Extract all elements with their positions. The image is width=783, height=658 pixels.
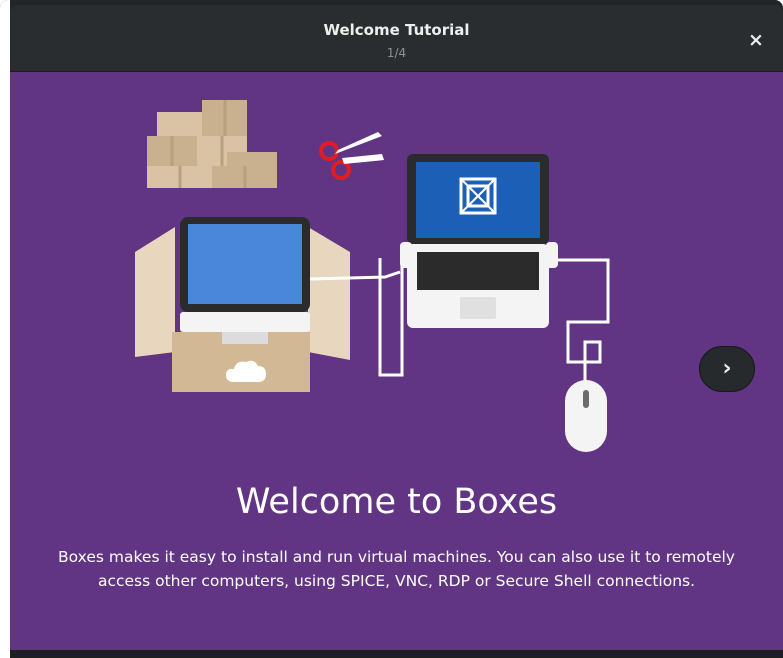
chevron-right-icon: › [722,356,732,381]
mouse-icon [565,380,607,452]
boxes-illustration [135,100,610,452]
welcome-tutorial-dialog: Welcome Tutorial 1/4 × › Welcome to Boxe… [0,0,783,658]
close-icon: × [748,29,764,51]
dialog-title: Welcome Tutorial [323,21,470,39]
close-button[interactable]: × [745,29,767,51]
next-button[interactable]: › [699,346,755,392]
slide-content: › Welcome to Boxes Boxes makes it easy t… [10,72,783,650]
slide-description: Boxes makes it easy to install and run v… [58,548,735,590]
slide-heading: Welcome to Boxes [235,482,558,522]
window-edge [0,0,10,658]
scissors-icon [319,132,384,180]
page-indicator: 1/4 [386,46,407,60]
laptop-icon [400,154,558,328]
header-bar: Welcome Tutorial 1/4 × [10,5,783,72]
open-box-with-monitor-icon [135,217,350,392]
stacked-boxes-icon [147,100,277,188]
window-bottom-edge [10,650,783,658]
